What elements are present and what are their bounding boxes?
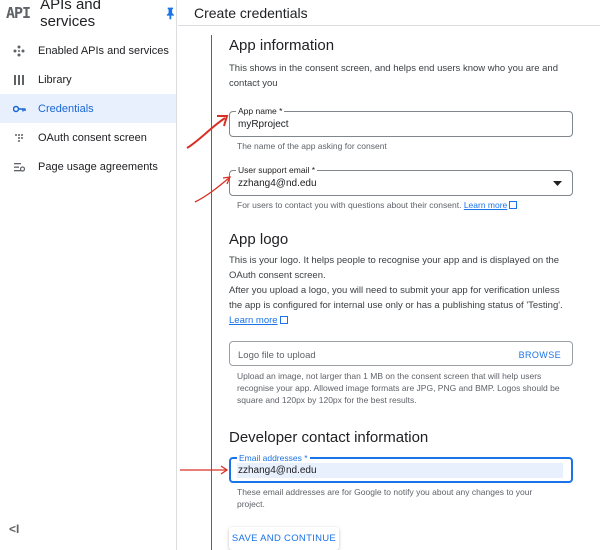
sidebar: API APIs and services Enabled APIs and s… [0, 0, 177, 550]
external-link-icon [509, 201, 518, 209]
api-logo: API [6, 4, 31, 22]
support-email-value: zzhang4@nd.edu [238, 178, 317, 189]
learn-more-link[interactable]: Learn more [464, 200, 507, 210]
app-name-field[interactable]: App name * myRproject [229, 106, 573, 137]
save-and-continue-button[interactable]: SAVE AND CONTINUE [229, 527, 339, 550]
collapse-sidebar-icon[interactable]: <I [9, 522, 19, 536]
sidebar-item-label: OAuth consent screen [38, 131, 147, 144]
pin-icon[interactable] [165, 6, 176, 20]
sidebar-item-library[interactable]: Library [0, 65, 176, 94]
sidebar-item-label: Enabled APIs and services [38, 44, 169, 57]
logo-upload-field[interactable]: Logo file to upload BROWSE [229, 341, 573, 366]
learn-more-link[interactable]: Learn more [229, 315, 278, 326]
logo-file-placeholder: Logo file to upload [238, 350, 316, 361]
app-logo-para-2: After you upload a logo, you will need t… [229, 283, 573, 328]
support-email-helper: For users to contact you with questions … [237, 199, 518, 211]
email-addresses-label: Email addresses * [237, 453, 310, 463]
developer-heading: Developer contact information [229, 429, 429, 446]
browse-button[interactable]: BROWSE [519, 350, 561, 360]
sidebar-item-oauth-consent[interactable]: OAuth consent screen [0, 123, 176, 152]
main-content: App information This shows in the consen… [178, 27, 600, 550]
app-name-label: App name * [236, 106, 285, 116]
dropdown-arrow-icon[interactable] [553, 181, 562, 186]
app-info-heading: App information [229, 37, 335, 54]
annotation-arrow-icon [180, 465, 229, 475]
app-info-description: This shows in the consent screen, and he… [229, 63, 558, 89]
page-title: Create credentials [194, 4, 308, 21]
logo-helper: Upload an image, not larger than 1 MB on… [237, 371, 560, 405]
enabled-apis-icon [0, 45, 38, 57]
email-addresses-input[interactable]: zzhang4@nd.edu [238, 465, 317, 476]
app-name-input[interactable]: myRproject [238, 119, 289, 130]
app-logo-heading: App logo [229, 231, 289, 248]
app-logo-para-1: This is your logo. It helps people to re… [229, 255, 560, 281]
sidebar-title: APIs and services [40, 0, 101, 30]
key-icon [0, 105, 38, 113]
sidebar-item-credentials[interactable]: Credentials [0, 94, 176, 123]
annotation-arrow-icon [186, 115, 229, 149]
annotation-arrow-icon [194, 176, 232, 203]
oauth-icon [0, 132, 38, 144]
library-icon [0, 74, 38, 86]
app-name-helper: The name of the app asking for consent [237, 141, 387, 151]
sidebar-header: API APIs and services [0, 0, 176, 30]
app-logo-para-2-text: After you upload a logo, you will need t… [229, 285, 563, 311]
settings-list-icon [0, 161, 38, 173]
sidebar-item-page-usage[interactable]: Page usage agreements [0, 152, 176, 181]
email-helper: These email addresses are for Google to … [237, 487, 533, 509]
sidebar-item-label: Page usage agreements [38, 160, 158, 173]
email-addresses-field[interactable]: Email addresses * zzhang4@nd.edu [229, 453, 573, 483]
support-email-select[interactable]: User support email * zzhang4@nd.edu [229, 165, 573, 196]
sidebar-item-enabled-apis[interactable]: Enabled APIs and services [0, 36, 176, 65]
external-link-icon [279, 316, 288, 324]
support-email-helper-text: For users to contact you with questions … [237, 200, 462, 210]
app-logo-description: This is your logo. It helps people to re… [229, 253, 573, 328]
sidebar-item-label: Library [38, 73, 72, 86]
sidebar-item-label: Credentials [38, 102, 94, 115]
top-bar: Create credentials [178, 0, 600, 26]
support-email-label: User support email * [236, 165, 318, 175]
